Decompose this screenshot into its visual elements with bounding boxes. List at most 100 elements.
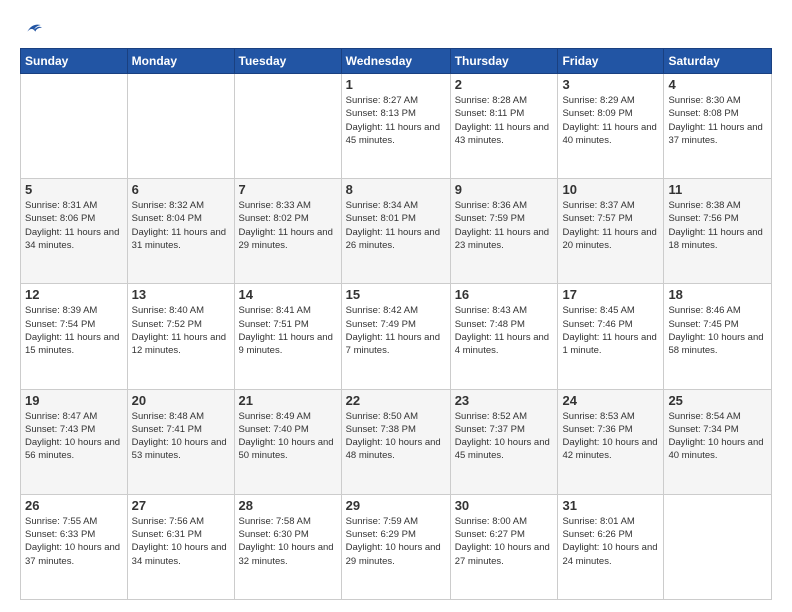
day-info: Sunrise: 8:30 AM Sunset: 8:08 PM Dayligh… [668, 94, 767, 147]
calendar-week-1: 1 Sunrise: 8:27 AM Sunset: 8:13 PM Daylig… [21, 74, 772, 179]
weekday-header-row: SundayMondayTuesdayWednesdayThursdayFrid… [21, 49, 772, 74]
calendar-table: SundayMondayTuesdayWednesdayThursdayFrid… [20, 48, 772, 600]
header [20, 18, 772, 38]
day-number: 11 [668, 182, 767, 197]
calendar-cell [127, 74, 234, 179]
calendar-cell: 14 Sunrise: 8:41 AM Sunset: 7:51 PM Dayli… [234, 284, 341, 389]
day-info: Sunrise: 7:55 AM Sunset: 6:33 PM Dayligh… [25, 515, 123, 568]
day-info: Sunrise: 8:28 AM Sunset: 8:11 PM Dayligh… [455, 94, 554, 147]
day-info: Sunrise: 8:32 AM Sunset: 8:04 PM Dayligh… [132, 199, 230, 252]
day-number: 2 [455, 77, 554, 92]
calendar-week-5: 26 Sunrise: 7:55 AM Sunset: 6:33 PM Dayli… [21, 494, 772, 599]
day-number: 17 [562, 287, 659, 302]
calendar-cell [234, 74, 341, 179]
calendar-cell [664, 494, 772, 599]
day-number: 18 [668, 287, 767, 302]
day-number: 31 [562, 498, 659, 513]
page: SundayMondayTuesdayWednesdayThursdayFrid… [0, 0, 792, 612]
day-number: 21 [239, 393, 337, 408]
calendar-cell: 11 Sunrise: 8:38 AM Sunset: 7:56 PM Dayli… [664, 179, 772, 284]
calendar-cell: 23 Sunrise: 8:52 AM Sunset: 7:37 PM Dayli… [450, 389, 558, 494]
day-number: 30 [455, 498, 554, 513]
day-info: Sunrise: 8:31 AM Sunset: 8:06 PM Dayligh… [25, 199, 123, 252]
day-info: Sunrise: 8:39 AM Sunset: 7:54 PM Dayligh… [25, 304, 123, 357]
calendar-cell: 18 Sunrise: 8:46 AM Sunset: 7:45 PM Dayli… [664, 284, 772, 389]
day-number: 5 [25, 182, 123, 197]
calendar-cell: 9Sunrise: 8:36 AM Sunset: 7:59 PM Daylig… [450, 179, 558, 284]
day-info: Sunrise: 8:53 AM Sunset: 7:36 PM Dayligh… [562, 410, 659, 463]
calendar-cell: 13Sunrise: 8:40 AM Sunset: 7:52 PM Dayli… [127, 284, 234, 389]
calendar-cell: 29 Sunrise: 7:59 AM Sunset: 6:29 PM Dayli… [341, 494, 450, 599]
day-number: 16 [455, 287, 554, 302]
day-info: Sunrise: 8:29 AM Sunset: 8:09 PM Dayligh… [562, 94, 659, 147]
day-info: Sunrise: 8:47 AM Sunset: 7:43 PM Dayligh… [25, 410, 123, 463]
day-info: Sunrise: 8:34 AM Sunset: 8:01 PM Dayligh… [346, 199, 446, 252]
day-number: 4 [668, 77, 767, 92]
calendar-cell: 25 Sunrise: 8:54 AM Sunset: 7:34 PM Dayli… [664, 389, 772, 494]
day-number: 8 [346, 182, 446, 197]
calendar-cell: 15 Sunrise: 8:42 AM Sunset: 7:49 PM Dayli… [341, 284, 450, 389]
calendar-cell: 1 Sunrise: 8:27 AM Sunset: 8:13 PM Daylig… [341, 74, 450, 179]
calendar-week-3: 12Sunrise: 8:39 AM Sunset: 7:54 PM Dayli… [21, 284, 772, 389]
weekday-header-tuesday: Tuesday [234, 49, 341, 74]
day-number: 14 [239, 287, 337, 302]
day-number: 26 [25, 498, 123, 513]
calendar-cell: 28Sunrise: 7:58 AM Sunset: 6:30 PM Dayli… [234, 494, 341, 599]
day-number: 29 [346, 498, 446, 513]
day-number: 20 [132, 393, 230, 408]
day-number: 25 [668, 393, 767, 408]
weekday-header-sunday: Sunday [21, 49, 128, 74]
calendar-cell: 7 Sunrise: 8:33 AM Sunset: 8:02 PM Daylig… [234, 179, 341, 284]
day-info: Sunrise: 7:59 AM Sunset: 6:29 PM Dayligh… [346, 515, 446, 568]
day-info: Sunrise: 8:43 AM Sunset: 7:48 PM Dayligh… [455, 304, 554, 357]
calendar-week-4: 19 Sunrise: 8:47 AM Sunset: 7:43 PM Dayli… [21, 389, 772, 494]
day-info: Sunrise: 8:42 AM Sunset: 7:49 PM Dayligh… [346, 304, 446, 357]
calendar-cell: 17Sunrise: 8:45 AM Sunset: 7:46 PM Dayli… [558, 284, 664, 389]
day-number: 15 [346, 287, 446, 302]
calendar-week-2: 5 Sunrise: 8:31 AM Sunset: 8:06 PM Daylig… [21, 179, 772, 284]
day-number: 13 [132, 287, 230, 302]
day-number: 27 [132, 498, 230, 513]
day-number: 22 [346, 393, 446, 408]
weekday-header-thursday: Thursday [450, 49, 558, 74]
day-number: 1 [346, 77, 446, 92]
calendar-cell: 21Sunrise: 8:49 AM Sunset: 7:40 PM Dayli… [234, 389, 341, 494]
day-info: Sunrise: 8:33 AM Sunset: 8:02 PM Dayligh… [239, 199, 337, 252]
day-number: 9 [455, 182, 554, 197]
day-info: Sunrise: 8:41 AM Sunset: 7:51 PM Dayligh… [239, 304, 337, 357]
day-number: 3 [562, 77, 659, 92]
day-info: Sunrise: 8:38 AM Sunset: 7:56 PM Dayligh… [668, 199, 767, 252]
calendar-cell: 30 Sunrise: 8:00 AM Sunset: 6:27 PM Dayli… [450, 494, 558, 599]
day-number: 28 [239, 498, 337, 513]
day-info: Sunrise: 7:56 AM Sunset: 6:31 PM Dayligh… [132, 515, 230, 568]
day-number: 19 [25, 393, 123, 408]
calendar-cell: 10Sunrise: 8:37 AM Sunset: 7:57 PM Dayli… [558, 179, 664, 284]
day-number: 23 [455, 393, 554, 408]
calendar-cell: 8 Sunrise: 8:34 AM Sunset: 8:01 PM Daylig… [341, 179, 450, 284]
day-info: Sunrise: 8:27 AM Sunset: 8:13 PM Dayligh… [346, 94, 446, 147]
day-info: Sunrise: 8:01 AM Sunset: 6:26 PM Dayligh… [562, 515, 659, 568]
calendar-cell: 31 Sunrise: 8:01 AM Sunset: 6:26 PM Dayli… [558, 494, 664, 599]
day-info: Sunrise: 8:54 AM Sunset: 7:34 PM Dayligh… [668, 410, 767, 463]
calendar-cell: 12Sunrise: 8:39 AM Sunset: 7:54 PM Dayli… [21, 284, 128, 389]
day-number: 7 [239, 182, 337, 197]
calendar-cell: 5 Sunrise: 8:31 AM Sunset: 8:06 PM Daylig… [21, 179, 128, 284]
logo [20, 18, 42, 38]
day-info: Sunrise: 8:52 AM Sunset: 7:37 PM Dayligh… [455, 410, 554, 463]
calendar-cell: 16 Sunrise: 8:43 AM Sunset: 7:48 PM Dayli… [450, 284, 558, 389]
logo-bird-icon [22, 18, 42, 38]
calendar-cell: 4 Sunrise: 8:30 AM Sunset: 8:08 PM Daylig… [664, 74, 772, 179]
day-number: 24 [562, 393, 659, 408]
calendar-cell: 27 Sunrise: 7:56 AM Sunset: 6:31 PM Dayli… [127, 494, 234, 599]
day-info: Sunrise: 8:48 AM Sunset: 7:41 PM Dayligh… [132, 410, 230, 463]
calendar-cell: 19 Sunrise: 8:47 AM Sunset: 7:43 PM Dayli… [21, 389, 128, 494]
calendar-cell [21, 74, 128, 179]
day-info: Sunrise: 8:50 AM Sunset: 7:38 PM Dayligh… [346, 410, 446, 463]
day-info: Sunrise: 8:00 AM Sunset: 6:27 PM Dayligh… [455, 515, 554, 568]
weekday-header-friday: Friday [558, 49, 664, 74]
weekday-header-saturday: Saturday [664, 49, 772, 74]
calendar-cell: 2 Sunrise: 8:28 AM Sunset: 8:11 PM Daylig… [450, 74, 558, 179]
calendar-cell: 26 Sunrise: 7:55 AM Sunset: 6:33 PM Dayli… [21, 494, 128, 599]
calendar-cell: 20 Sunrise: 8:48 AM Sunset: 7:41 PM Dayli… [127, 389, 234, 494]
day-info: Sunrise: 8:46 AM Sunset: 7:45 PM Dayligh… [668, 304, 767, 357]
